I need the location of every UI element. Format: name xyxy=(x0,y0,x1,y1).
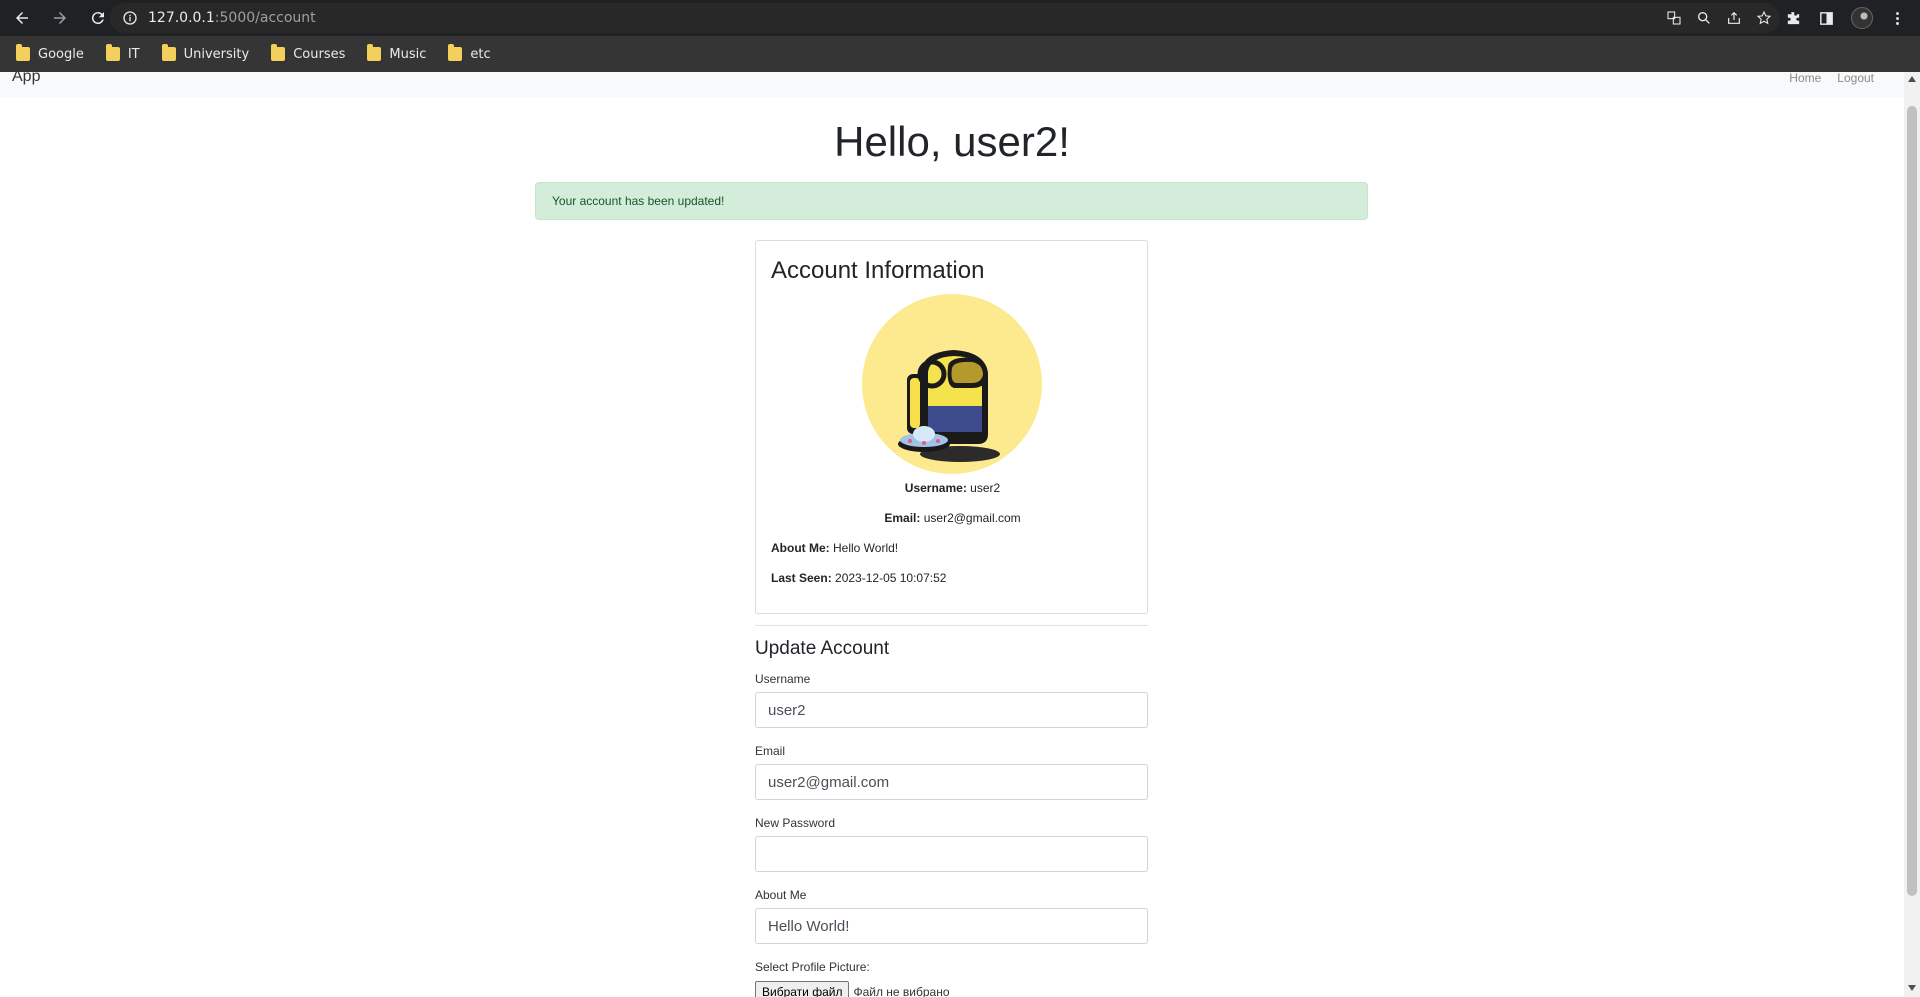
about-input[interactable] xyxy=(755,908,1148,944)
email-label: Email xyxy=(755,744,786,758)
bookmark-label: Courses xyxy=(293,46,346,62)
folder-icon xyxy=(367,44,382,61)
back-button[interactable] xyxy=(6,2,38,34)
info-about-value: Hello World! xyxy=(833,541,899,555)
email-input[interactable] xyxy=(755,764,1148,800)
browser-toolbar: 127.0.0.1:5000/account xyxy=(0,0,1920,36)
account-info-title: Account Information xyxy=(771,257,985,284)
arrow-right-icon xyxy=(54,12,66,24)
omnibox-actions xyxy=(1666,3,1772,33)
nav-logout-link[interactable]: Logout xyxy=(1837,72,1874,85)
bookmark-label: etc xyxy=(470,46,491,62)
success-alert: Your account has been updated! xyxy=(535,182,1368,220)
password-label: New Password xyxy=(755,816,836,830)
url-path: :5000/account xyxy=(214,10,316,26)
info-email-value: user2@gmail.com xyxy=(923,511,1021,525)
choose-file-button[interactable]: Вибрати файл xyxy=(755,981,850,997)
bookmarks-bar: Google IT University Courses Music etc xyxy=(0,36,1920,72)
page-scrollbar[interactable] xyxy=(1904,72,1920,997)
bookmark-university[interactable]: University xyxy=(158,40,262,68)
bookmark-etc[interactable]: etc xyxy=(444,40,502,68)
site-brand[interactable]: App xyxy=(12,72,40,86)
info-username-value: user2 xyxy=(970,481,1001,495)
url-host: 127.0.0.1 xyxy=(148,10,215,26)
scroll-thumb[interactable] xyxy=(1907,106,1917,896)
share-icon[interactable] xyxy=(1726,10,1742,26)
bookmark-label: Google xyxy=(38,46,84,62)
account-info-card: Account Information Username: user2 Emai… xyxy=(755,240,1148,614)
profile-avatar[interactable] xyxy=(1851,7,1873,29)
password-input[interactable] xyxy=(755,836,1148,872)
bookmark-courses[interactable]: Courses xyxy=(267,40,357,68)
bookmark-google[interactable]: Google xyxy=(12,40,96,68)
file-picker: Вибрати файл Файл не вибрано xyxy=(755,981,950,997)
menu-kebab-icon[interactable] xyxy=(1889,10,1906,27)
site-navbar: App Home Logout xyxy=(0,72,1904,97)
folder-icon xyxy=(105,44,120,61)
bookmark-it[interactable]: IT xyxy=(102,40,152,68)
star-icon[interactable] xyxy=(1756,10,1772,26)
translate-icon[interactable] xyxy=(1666,10,1682,26)
info-last-seen-value: 2023-12-05 10:07:52 xyxy=(835,571,947,585)
section-divider xyxy=(755,625,1148,626)
update-account-title: Update Account xyxy=(755,638,890,659)
bookmark-label: Music xyxy=(389,46,427,62)
bookmark-label: University xyxy=(183,46,250,62)
profile-picture-label: Select Profile Picture: xyxy=(755,960,870,974)
folder-icon xyxy=(16,44,30,61)
reload-icon xyxy=(91,12,104,25)
username-input[interactable] xyxy=(755,692,1148,728)
info-last-seen-label: Last Seen: xyxy=(771,571,832,585)
nav-home-link[interactable]: Home xyxy=(1789,72,1821,85)
arrow-left-icon xyxy=(16,12,28,24)
page-title: Hello, user2! xyxy=(834,118,1070,165)
username-label: Username xyxy=(755,672,811,686)
forward-button[interactable] xyxy=(44,2,76,34)
info-username-label: Username: xyxy=(904,481,967,495)
folder-icon xyxy=(448,44,463,61)
zoom-icon[interactable] xyxy=(1696,10,1712,26)
page-viewport: App Home Logout Hello, user2! Your accou… xyxy=(0,72,1920,997)
file-status: Файл не вибрано xyxy=(853,985,950,997)
browser-actions xyxy=(1785,0,1906,36)
address-bar[interactable]: 127.0.0.1:5000/account xyxy=(110,3,1780,33)
scroll-up-icon[interactable] xyxy=(1908,76,1916,82)
bookmark-music[interactable]: Music xyxy=(363,40,438,68)
info-about: About Me: Hello World! xyxy=(771,541,898,555)
folder-icon xyxy=(161,44,176,61)
folder-icon xyxy=(271,44,286,61)
crewmate-avatar-icon xyxy=(898,350,1000,462)
info-about-label: About Me: xyxy=(771,541,830,555)
scroll-down-icon[interactable] xyxy=(1908,985,1916,991)
info-icon[interactable] xyxy=(122,10,138,26)
side-panel-icon[interactable] xyxy=(1818,10,1835,27)
info-email-label: Email: xyxy=(884,511,921,525)
info-username: Username: user2 xyxy=(756,481,1149,495)
info-last-seen: Last Seen: 2023-12-05 10:07:52 xyxy=(771,571,946,585)
info-email: Email: user2@gmail.com xyxy=(756,511,1149,525)
profile-picture xyxy=(862,294,1042,474)
bookmark-label: IT xyxy=(127,46,140,62)
about-label: About Me xyxy=(755,888,807,902)
extensions-icon[interactable] xyxy=(1785,10,1802,27)
nav-links: Home Logout xyxy=(1789,72,1874,85)
